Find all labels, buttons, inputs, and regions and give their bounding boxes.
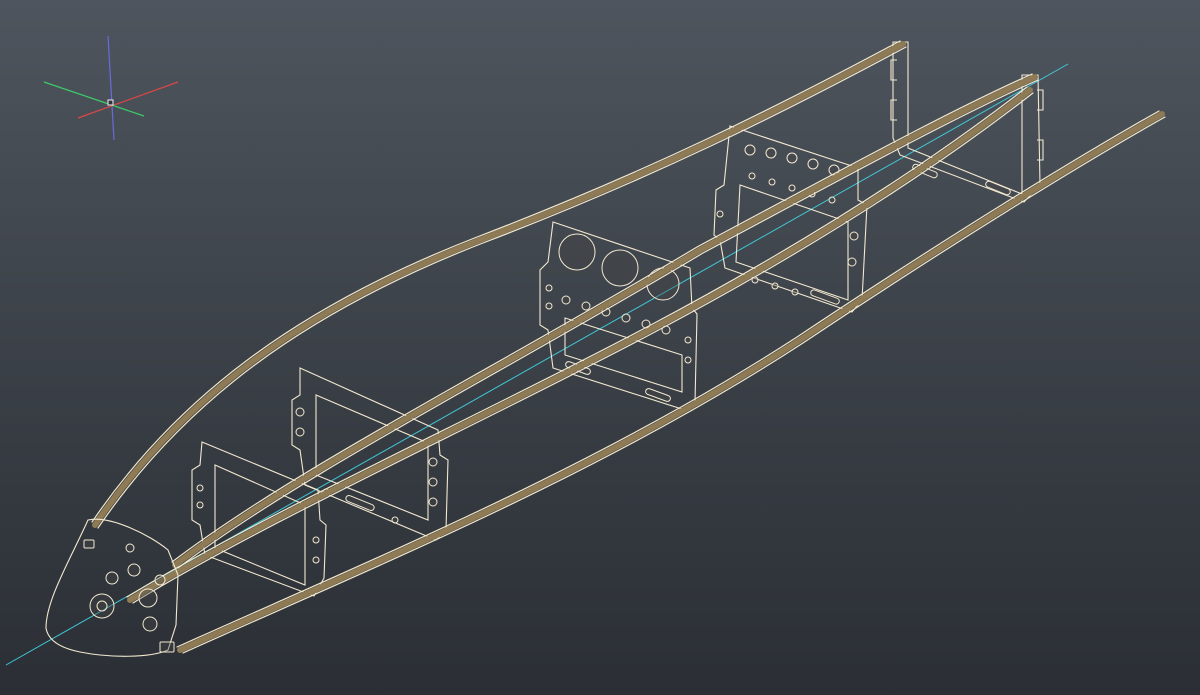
stringer-top-left bbox=[91, 40, 907, 529]
fuselage-model[interactable] bbox=[0, 0, 1200, 695]
3d-viewport[interactable] bbox=[0, 0, 1200, 695]
bulkhead-2[interactable] bbox=[191, 441, 327, 597]
stringer-mid bbox=[126, 86, 1034, 604]
bulkhead-6[interactable] bbox=[890, 41, 1044, 203]
bulkhead-3[interactable] bbox=[291, 367, 449, 541]
